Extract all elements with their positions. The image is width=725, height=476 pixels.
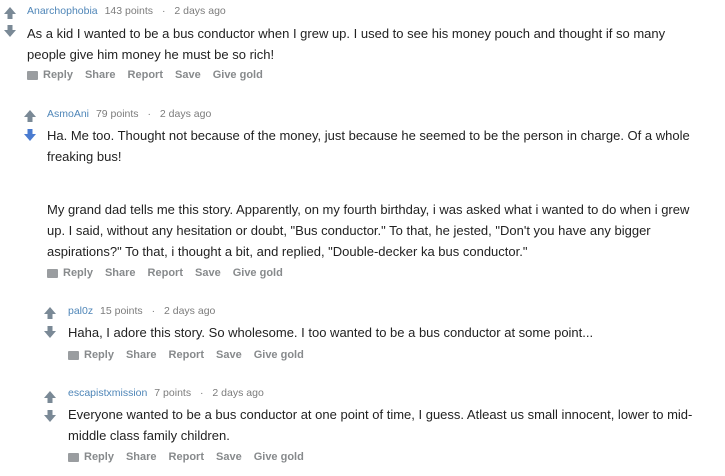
comment-bubble-icon	[68, 452, 79, 462]
give-gold-button[interactable]: Give gold	[254, 451, 304, 463]
save-button[interactable]: Save	[216, 349, 242, 361]
username-link[interactable]: Anarchophobia	[27, 5, 98, 17]
comment-actions: Reply Share Report Save Give gold	[68, 349, 316, 361]
share-button[interactable]: Share	[105, 267, 136, 279]
timestamp: 2 days ago	[174, 5, 226, 17]
comment-body: Everyone wanted to be a bus conductor at…	[68, 404, 713, 446]
comment-paragraph: Ha. Me too. Thought not because of the m…	[47, 128, 690, 164]
reply-label: Reply	[84, 349, 114, 361]
points: 15 points	[100, 305, 143, 317]
comment-paragraph: My grand dad tells me this story. Appare…	[47, 202, 690, 259]
upvote-arrow-icon[interactable]	[23, 109, 37, 123]
reply-button[interactable]: Reply	[68, 451, 114, 463]
reply-button[interactable]: Reply	[27, 69, 73, 81]
save-button[interactable]: Save	[175, 69, 201, 81]
comment-actions: Reply Share Report Save Give gold	[27, 69, 275, 81]
downvote-arrow-icon[interactable]	[3, 24, 17, 38]
comment-meta: Anarchophobia 143 points · 2 days ago	[27, 5, 226, 17]
timestamp: 2 days ago	[164, 305, 216, 317]
reply-label: Reply	[63, 267, 93, 279]
reply-button[interactable]: Reply	[68, 349, 114, 361]
separator: ·	[151, 305, 156, 317]
reply-button[interactable]: Reply	[47, 267, 93, 279]
upvote-arrow-icon[interactable]	[3, 6, 17, 20]
share-button[interactable]: Share	[126, 349, 157, 361]
username-link[interactable]: AsmoAni	[47, 108, 89, 120]
timestamp: 2 days ago	[159, 108, 212, 120]
give-gold-button[interactable]: Give gold	[233, 267, 283, 279]
give-gold-button[interactable]: Give gold	[213, 69, 263, 81]
comment-actions: Reply Share Report Save Give gold	[68, 451, 316, 463]
save-button[interactable]: Save	[195, 267, 221, 279]
comment-meta: AsmoAni 79 points · 2 days ago	[47, 108, 211, 120]
comment-body: Haha, I adore this story. So wholesome. …	[68, 322, 708, 343]
comment-body: As a kid I wanted to be a bus conductor …	[27, 23, 707, 65]
separator: ·	[200, 387, 204, 399]
separator: ·	[161, 5, 166, 17]
comment-meta: pal0z 15 points · 2 days ago	[68, 305, 215, 317]
separator: ·	[147, 108, 151, 120]
username-link[interactable]: escapistxmission	[68, 387, 147, 399]
save-button[interactable]: Save	[216, 451, 242, 463]
downvote-arrow-icon[interactable]	[23, 128, 37, 142]
comment-actions: Reply Share Report Save Give gold	[47, 267, 295, 279]
report-button[interactable]: Report	[169, 349, 204, 361]
report-button[interactable]: Report	[169, 451, 204, 463]
share-button[interactable]: Share	[126, 451, 157, 463]
comment-bubble-icon	[27, 70, 38, 80]
username-link[interactable]: pal0z	[68, 305, 93, 317]
comment-paragraph: As a kid I wanted to be a bus conductor …	[27, 26, 666, 62]
give-gold-button[interactable]: Give gold	[254, 349, 304, 361]
share-button[interactable]: Share	[85, 69, 116, 81]
report-button[interactable]: Report	[148, 267, 183, 279]
upvote-arrow-icon[interactable]	[43, 306, 57, 320]
downvote-arrow-icon[interactable]	[43, 409, 57, 423]
reply-label: Reply	[84, 451, 114, 463]
reply-label: Reply	[43, 69, 73, 81]
downvote-arrow-icon[interactable]	[43, 325, 57, 339]
comment-bubble-icon	[47, 268, 58, 278]
comment-body: Ha. Me too. Thought not because of the m…	[47, 125, 707, 262]
comment-bubble-icon	[68, 350, 79, 360]
upvote-arrow-icon[interactable]	[43, 390, 57, 404]
points: 143 points	[104, 5, 154, 17]
report-button[interactable]: Report	[128, 69, 163, 81]
comment-paragraph: Haha, I adore this story. So wholesome. …	[68, 325, 594, 340]
points: 79 points	[95, 108, 139, 120]
points: 7 points	[154, 387, 192, 399]
comment-paragraph: Everyone wanted to be a bus conductor at…	[68, 407, 693, 443]
comment-meta: escapistxmission 7 points · 2 days ago	[68, 387, 264, 399]
timestamp: 2 days ago	[212, 387, 264, 399]
